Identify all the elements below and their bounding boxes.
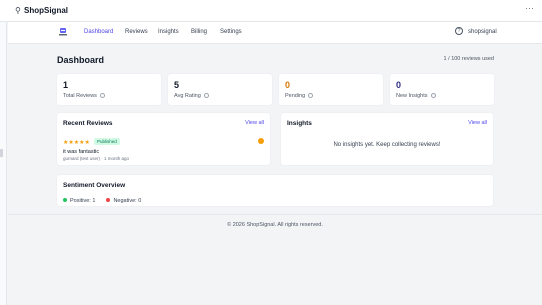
shopsignal-logo-icon[interactable] <box>58 27 68 37</box>
nav-reviews[interactable]: Reviews <box>125 29 148 35</box>
stat-label: Avg Rating <box>174 93 201 99</box>
stat-total-reviews: 1 Total Reviews <box>57 74 161 105</box>
footer-divider <box>8 214 542 215</box>
insights-card: Insights View all No insights yet. Keep … <box>281 113 493 165</box>
top-nav: Dashboard Reviews Insights Billing Setti… <box>8 22 542 44</box>
positive-count: Positive: 1 <box>70 198 96 204</box>
nav-insights[interactable]: Insights <box>158 29 179 35</box>
nav-billing[interactable]: Billing <box>191 29 207 35</box>
stat-label: Total Reviews <box>63 93 97 99</box>
recent-reviews-card: Recent Reviews View all ★★★★★ Published … <box>57 113 270 165</box>
help-icon[interactable]: ? <box>455 27 463 35</box>
negative-count: Negative: 0 <box>113 198 142 204</box>
left-edge-panel <box>0 22 7 305</box>
nav-settings[interactable]: Settings <box>220 29 242 35</box>
shop-name[interactable]: shopsignal <box>468 29 497 35</box>
review-text[interactable]: it was fantastic <box>63 149 99 155</box>
more-options-icon[interactable]: ··· <box>525 3 534 13</box>
stat-value: 0 <box>285 80 291 90</box>
panel-handle[interactable] <box>0 149 3 157</box>
stat-new-insights: 0 New Insights <box>390 74 494 105</box>
stat-pending: 0 Pending <box>279 74 383 105</box>
emoji-icon <box>258 138 264 144</box>
stat-value: 1 <box>63 80 69 90</box>
stat-value: 5 <box>174 80 180 90</box>
footer-copyright: © 2026 ShopSignal. All rights reserved. <box>227 222 323 228</box>
stat-avg-rating: 5 Avg Rating <box>168 74 272 105</box>
usage-counter: 1 / 100 reviews used <box>443 56 494 62</box>
app-title: ShopSignal <box>24 6 68 15</box>
status-badge: Published <box>94 138 120 145</box>
info-icon[interactable] <box>308 93 314 98</box>
stat-label: New Insights <box>396 93 428 99</box>
nav-dashboard[interactable]: Dashboard <box>84 29 113 35</box>
positive-dot-icon <box>63 198 67 202</box>
app-frame: Dashboard Reviews Insights Billing Setti… <box>8 22 542 305</box>
page-title: Dashboard <box>57 55 105 65</box>
star-rating-icon: ★★★★★ <box>63 140 90 146</box>
window-titlebar: ⚲ ShopSignal ··· <box>0 0 542 22</box>
info-icon[interactable] <box>203 93 209 98</box>
view-all-reviews-link[interactable]: View all <box>245 120 264 126</box>
app-icon: ⚲ <box>15 6 21 15</box>
card-title: Sentiment Overview <box>63 182 126 189</box>
insights-empty-message: No insights yet. Keep collecting reviews… <box>333 142 441 148</box>
view-all-insights-link[interactable]: View all <box>468 120 487 126</box>
negative-dot-icon <box>106 198 111 202</box>
stat-label: Pending <box>285 93 306 99</box>
info-icon[interactable] <box>430 93 436 98</box>
info-icon[interactable] <box>99 93 105 98</box>
review-meta: gurnard (test user) · 1 month ago <box>63 156 130 161</box>
card-title: Recent Reviews <box>63 120 113 127</box>
stat-value: 0 <box>396 80 402 90</box>
card-title: Insights <box>287 120 312 127</box>
sentiment-overview-card: Sentiment Overview Positive: 1 Negative:… <box>57 175 493 206</box>
